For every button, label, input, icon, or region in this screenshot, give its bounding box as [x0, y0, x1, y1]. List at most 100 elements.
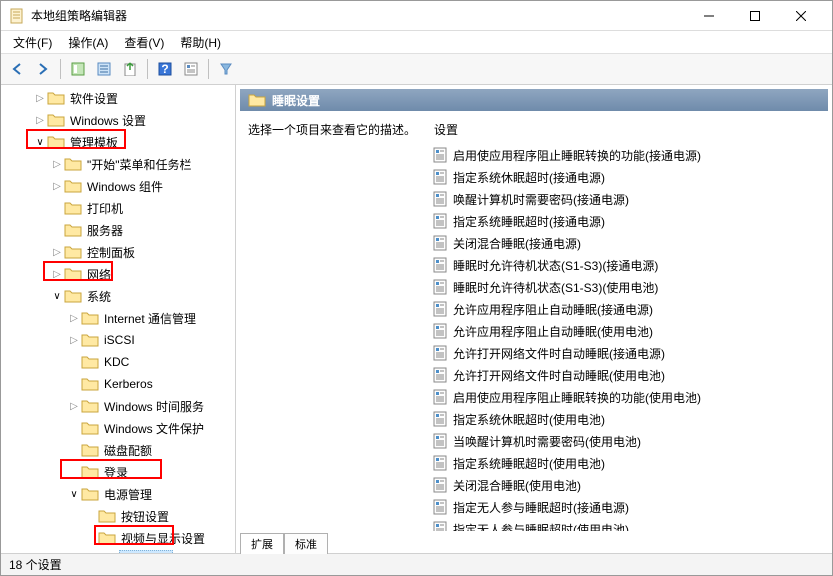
policy-icon: [432, 213, 448, 229]
chevron-down-icon[interactable]: ∨: [33, 137, 47, 148]
setting-item[interactable]: 指定无人参与睡眠超时(使用电池): [430, 518, 828, 531]
chevron-down-icon[interactable]: ∨: [50, 291, 64, 302]
description-column: 选择一个项目来查看它的描述。: [240, 111, 430, 531]
setting-item[interactable]: 指定系统休眠超时(接通电源): [430, 166, 828, 188]
filter-button[interactable]: [214, 57, 238, 81]
chevron-right-icon[interactable]: ▷: [33, 93, 47, 104]
maximize-button[interactable]: [732, 2, 778, 30]
setting-label: 允许应用程序阻止自动睡眠(使用电池): [453, 323, 653, 340]
folder-icon: [81, 311, 99, 325]
main-panel: ▷软件设置 ▷Windows 设置 ∨管理模板 ▷"开始"菜单和任务栏 ▷Win…: [1, 85, 832, 553]
back-button[interactable]: [5, 57, 29, 81]
show-tree-button[interactable]: [66, 57, 90, 81]
tree-node[interactable]: ▷控制面板: [1, 241, 235, 263]
policy-icon: [432, 455, 448, 471]
policy-icon: [432, 235, 448, 251]
tab-standard[interactable]: 标准: [284, 533, 328, 554]
tree-node[interactable]: ▷ iSCSI: [1, 329, 235, 351]
setting-item[interactable]: 启用使应用程序阻止睡眠转换的功能(使用电池): [430, 386, 828, 408]
tree-node[interactable]: 服务器: [1, 219, 235, 241]
setting-item[interactable]: 允许打开网络文件时自动睡眠(接通电源): [430, 342, 828, 364]
setting-item[interactable]: 指定系统休眠超时(使用电池): [430, 408, 828, 430]
tree-node[interactable]: Windows 文件保护: [1, 417, 235, 439]
chevron-right-icon[interactable]: ▷: [67, 313, 81, 324]
chevron-right-icon[interactable]: ▷: [50, 181, 64, 192]
forward-button[interactable]: [31, 57, 55, 81]
tree-node[interactable]: KDC: [1, 351, 235, 373]
tree-node[interactable]: ▷"开始"菜单和任务栏: [1, 153, 235, 175]
policy-icon: [432, 477, 448, 493]
tree-node-selected[interactable]: 睡眠设置: [1, 549, 235, 553]
folder-icon: [81, 421, 99, 435]
setting-item[interactable]: 关闭混合睡眠(使用电池): [430, 474, 828, 496]
folder-icon: [248, 93, 266, 107]
tree-label: 电源管理: [102, 485, 154, 504]
export-button[interactable]: [118, 57, 142, 81]
tree-node[interactable]: 登录: [1, 461, 235, 483]
app-icon: [9, 8, 25, 24]
tree-node[interactable]: 打印机: [1, 197, 235, 219]
setting-item[interactable]: 指定无人参与睡眠超时(接通电源): [430, 496, 828, 518]
chevron-right-icon[interactable]: ▷: [50, 247, 64, 258]
tree-label: iSCSI: [102, 332, 137, 348]
chevron-right-icon[interactable]: ▷: [50, 269, 64, 280]
tab-extended[interactable]: 扩展: [240, 533, 284, 554]
tree-label: 服务器: [85, 221, 125, 240]
content-title: 睡眠设置: [272, 92, 320, 109]
close-button[interactable]: [778, 2, 824, 30]
chevron-right-icon[interactable]: ▷: [50, 159, 64, 170]
setting-item[interactable]: 指定系统睡眠超时(接通电源): [430, 210, 828, 232]
policy-icon: [432, 191, 448, 207]
setting-item[interactable]: 启用使应用程序阻止睡眠转换的功能(接通电源): [430, 144, 828, 166]
tree-pane[interactable]: ▷软件设置 ▷Windows 设置 ∨管理模板 ▷"开始"菜单和任务栏 ▷Win…: [1, 85, 236, 553]
policy-icon: [432, 169, 448, 185]
setting-item[interactable]: 睡眠时允许待机状态(S1-S3)(使用电池): [430, 276, 828, 298]
tree-node[interactable]: ∨ 电源管理: [1, 483, 235, 505]
setting-item[interactable]: 关闭混合睡眠(接通电源): [430, 232, 828, 254]
chevron-right-icon[interactable]: ▷: [67, 335, 81, 346]
content-header: 睡眠设置: [240, 89, 828, 111]
menu-file[interactable]: 文件(F): [7, 32, 58, 53]
setting-item[interactable]: 唤醒计算机时需要密码(接通电源): [430, 188, 828, 210]
setting-item[interactable]: 指定系统睡眠超时(使用电池): [430, 452, 828, 474]
chevron-right-icon[interactable]: ▷: [33, 115, 47, 126]
details-button[interactable]: [179, 57, 203, 81]
setting-item[interactable]: 睡眠时允许待机状态(S1-S3)(接通电源): [430, 254, 828, 276]
description-prompt: 选择一个项目来查看它的描述。: [248, 123, 416, 137]
chevron-right-icon[interactable]: ▷: [67, 401, 81, 412]
tree-label: 视频与显示设置: [119, 529, 207, 548]
folder-icon: [81, 333, 99, 347]
menu-help[interactable]: 帮助(H): [174, 32, 227, 53]
menu-action[interactable]: 操作(A): [62, 32, 114, 53]
help-button[interactable]: ?: [153, 57, 177, 81]
tree-node[interactable]: ∨系统: [1, 285, 235, 307]
tree-label: 磁盘配额: [102, 441, 154, 460]
setting-label: 指定系统休眠超时(使用电池): [453, 411, 605, 428]
settings-list[interactable]: 启用使应用程序阻止睡眠转换的功能(接通电源) 指定系统休眠超时(接通电源) 唤醒…: [430, 144, 828, 531]
setting-item[interactable]: 允许打开网络文件时自动睡眠(使用电池): [430, 364, 828, 386]
tree-node[interactable]: Kerberos: [1, 373, 235, 395]
menu-view[interactable]: 查看(V): [118, 32, 170, 53]
properties-button[interactable]: [92, 57, 116, 81]
minimize-button[interactable]: [686, 2, 732, 30]
tree-node[interactable]: ▷Windows 组件: [1, 175, 235, 197]
tree-label: 按钮设置: [119, 507, 171, 526]
tree-node[interactable]: ▷Windows 时间服务: [1, 395, 235, 417]
toolbar-separator: [60, 59, 61, 79]
tree-node[interactable]: ▷网络: [1, 263, 235, 285]
setting-label: 指定系统睡眠超时(使用电池): [453, 455, 605, 472]
tree-node[interactable]: ∨ 管理模板: [1, 131, 235, 153]
setting-item[interactable]: 当唤醒计算机时需要密码(使用电池): [430, 430, 828, 452]
setting-item[interactable]: 允许应用程序阻止自动睡眠(接通电源): [430, 298, 828, 320]
tree-label: 管理模板: [68, 133, 120, 152]
tree-node[interactable]: ▷Windows 设置: [1, 109, 235, 131]
tree-label: 打印机: [85, 199, 125, 218]
tree-node[interactable]: 视频与显示设置: [1, 527, 235, 549]
setting-item[interactable]: 允许应用程序阻止自动睡眠(使用电池): [430, 320, 828, 342]
tree-node[interactable]: 按钮设置: [1, 505, 235, 527]
tree-node[interactable]: 磁盘配额: [1, 439, 235, 461]
tree-node[interactable]: ▷Internet 通信管理: [1, 307, 235, 329]
settings-header[interactable]: 设置: [430, 111, 828, 144]
chevron-down-icon[interactable]: ∨: [67, 489, 81, 500]
tree-node[interactable]: ▷软件设置: [1, 87, 235, 109]
